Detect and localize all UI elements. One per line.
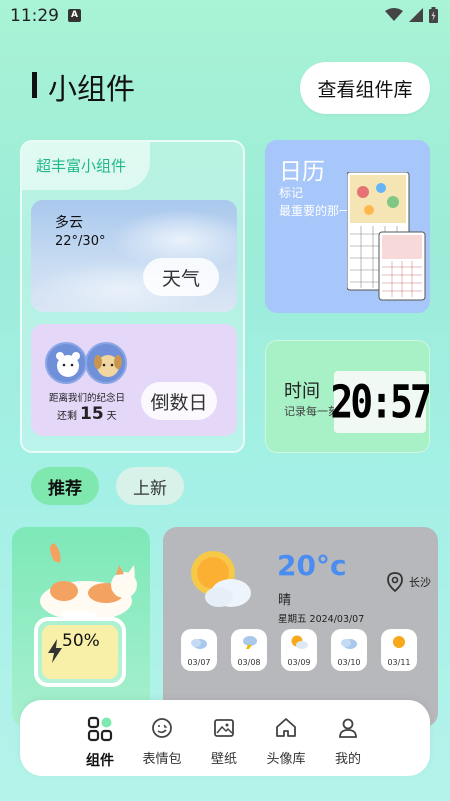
status-icons bbox=[385, 7, 438, 23]
home-icon bbox=[276, 718, 296, 737]
clock-display: 20:57 bbox=[330, 371, 429, 433]
signal-icon bbox=[409, 8, 423, 22]
dog-avatar bbox=[85, 342, 127, 384]
calendar-title: 日历 bbox=[279, 159, 325, 185]
weather-widget-card[interactable]: 20°c 晴 星期五 2024/03/07 长沙 03/07 03/08 03/… bbox=[163, 527, 438, 727]
countdown-preview-card[interactable]: 距离我们的纪念日 还剩 15 天 倒数日 bbox=[31, 324, 237, 436]
tab-new[interactable]: 上新 bbox=[116, 467, 184, 505]
nav-label: 组件 bbox=[86, 753, 114, 769]
view-library-button[interactable]: 查看组件库 bbox=[300, 62, 430, 114]
emoji-icon bbox=[152, 718, 172, 738]
page-header: 小组件 查看组件库 bbox=[30, 62, 430, 114]
nav-label: 壁纸 bbox=[210, 752, 237, 767]
battery-widget-card[interactable]: 50% bbox=[12, 527, 150, 727]
forecast-date: 03/09 bbox=[287, 658, 311, 667]
charging-bolt-icon bbox=[48, 639, 62, 663]
weather-temp-range: 22°/30° bbox=[55, 234, 106, 249]
weather-temp: 20°c bbox=[277, 549, 347, 582]
nav-item-avatars[interactable]: 头像库 bbox=[256, 716, 316, 767]
countdown-prefix: 还剩 bbox=[57, 411, 77, 422]
nav-item-widgets[interactable]: 组件 bbox=[70, 716, 130, 770]
calendar-widget-card[interactable]: 日历 标记 最重要的那一天 bbox=[265, 140, 430, 313]
cloud-icon bbox=[341, 639, 357, 649]
widgets-icon bbox=[87, 716, 113, 742]
countdown-suffix: 天 bbox=[106, 411, 117, 422]
forecast-date: 03/07 bbox=[187, 658, 211, 667]
location-pin-icon bbox=[387, 572, 403, 592]
forecast-day: 03/07 bbox=[181, 629, 217, 671]
forecast-day: 03/10 bbox=[331, 629, 367, 671]
forecast-date: 03/11 bbox=[387, 658, 411, 667]
tab-recommend[interactable]: 推荐 bbox=[31, 467, 99, 505]
weather-date: 星期五 2024/03/07 bbox=[278, 614, 365, 625]
nav-label: 表情包 bbox=[142, 752, 182, 767]
status-bar: 11:29 A bbox=[0, 0, 450, 32]
calendar-illustration bbox=[347, 172, 426, 301]
time-widget-card[interactable]: 时间 记录每一刻 20:57 bbox=[265, 340, 430, 453]
countdown-label: 距离我们的纪念日 bbox=[49, 393, 126, 404]
featured-tag: 超丰富小组件 bbox=[22, 142, 150, 190]
wallpaper-icon bbox=[214, 719, 234, 737]
calendar-subtitle-1: 标记 bbox=[279, 186, 304, 200]
forecast-date: 03/08 bbox=[237, 658, 261, 667]
weather-button[interactable]: 天气 bbox=[143, 258, 219, 296]
forecast-day: 03/08 bbox=[231, 629, 267, 671]
profile-icon bbox=[339, 718, 357, 738]
sun-cloud-icon bbox=[191, 551, 251, 607]
nav-label: 头像库 bbox=[266, 752, 306, 767]
bottom-nav: 组件 表情包 壁纸 头像库 我的 bbox=[20, 700, 430, 776]
wifi-icon bbox=[385, 8, 403, 21]
countdown-days: 15 bbox=[80, 404, 104, 424]
weather-condition: 多云 bbox=[55, 215, 83, 231]
battery-percent: 50% bbox=[62, 631, 100, 651]
nav-item-profile[interactable]: 我的 bbox=[318, 716, 378, 767]
battery-status-icon bbox=[429, 7, 438, 23]
countdown-remaining: 还剩 15 天 bbox=[57, 404, 117, 424]
time-title: 时间 bbox=[284, 381, 320, 402]
cloud-icon bbox=[191, 639, 207, 649]
status-time: 11:29 bbox=[10, 6, 59, 26]
nav-item-wallpaper[interactable]: 壁纸 bbox=[194, 716, 254, 767]
sun-cloud-icon bbox=[291, 635, 308, 649]
thunder-icon bbox=[243, 636, 257, 650]
featured-widgets-card[interactable]: 超丰富小组件 多云 22°/30° 天气 距离我们的纪念日 还剩 15 天 倒数日 bbox=[20, 140, 245, 453]
forecast-date: 03/10 bbox=[337, 658, 361, 667]
nav-item-emoji[interactable]: 表情包 bbox=[132, 716, 192, 767]
nav-label: 我的 bbox=[334, 752, 361, 767]
location-name: 长沙 bbox=[409, 576, 431, 589]
forecast-day: 03/11 bbox=[381, 629, 417, 671]
page-title: 小组件 bbox=[48, 72, 136, 106]
title-accent-bar bbox=[32, 72, 37, 98]
forecast-day: 03/09 bbox=[281, 629, 317, 671]
weather-location[interactable]: 长沙 bbox=[387, 572, 431, 592]
weather-condition-text: 晴 bbox=[278, 593, 292, 608]
battery-shape bbox=[34, 617, 126, 687]
sun-icon bbox=[393, 636, 405, 648]
app-notification-icon: A bbox=[68, 9, 81, 22]
weather-preview-card[interactable]: 多云 22°/30° 天气 bbox=[31, 200, 237, 312]
countdown-button[interactable]: 倒数日 bbox=[141, 382, 217, 420]
clock-text: 20:57 bbox=[330, 375, 430, 429]
bear-avatar bbox=[45, 342, 87, 384]
